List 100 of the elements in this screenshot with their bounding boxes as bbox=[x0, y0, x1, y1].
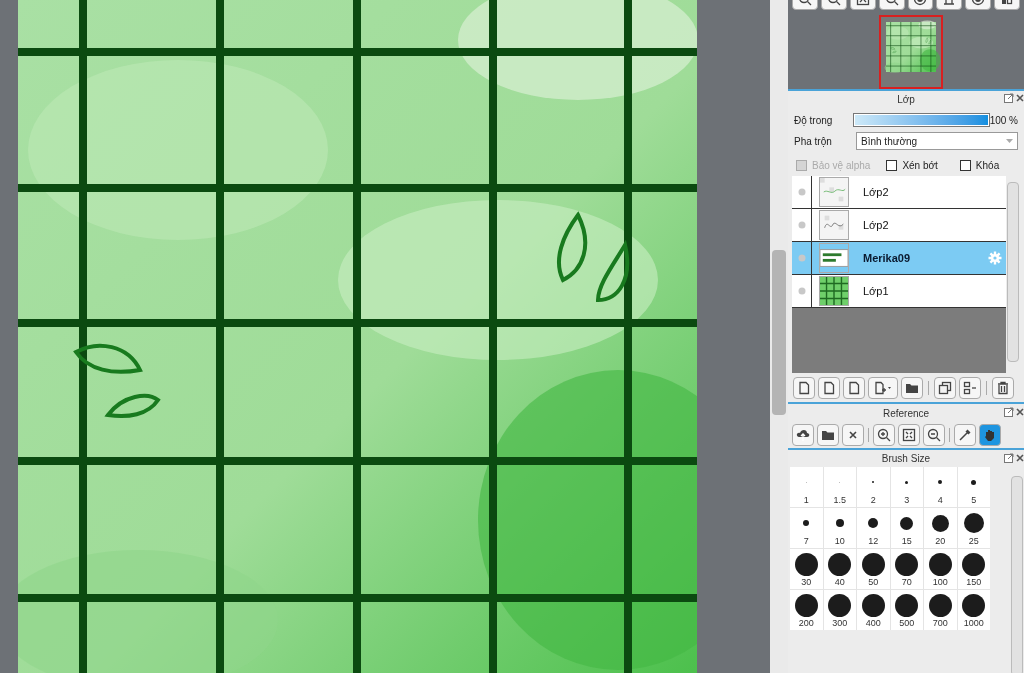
folder-icon bbox=[905, 381, 919, 395]
folder-icon bbox=[821, 428, 835, 442]
zoom-out-button[interactable] bbox=[923, 424, 945, 446]
close-icon[interactable] bbox=[1016, 407, 1024, 417]
brush-size-option[interactable]: 12 bbox=[857, 508, 890, 548]
close-button[interactable] bbox=[842, 424, 864, 446]
layer-row[interactable]: Lớp2 bbox=[792, 176, 1006, 209]
checkbox[interactable] bbox=[886, 159, 898, 171]
cloud-upload-icon bbox=[796, 428, 810, 442]
checkbox-label: Xén bớt bbox=[902, 158, 938, 173]
blend-dropdown[interactable]: Bình thường bbox=[856, 132, 1018, 150]
opacity-label: Độ trong bbox=[794, 113, 834, 128]
brush-dot-icon bbox=[971, 479, 977, 485]
scrollbar-track[interactable] bbox=[1011, 476, 1023, 673]
brush-dot-icon bbox=[861, 593, 885, 617]
brush-size-option[interactable]: 200 bbox=[790, 590, 823, 630]
layer-thumbnail bbox=[819, 177, 849, 207]
brush-dot-icon bbox=[895, 593, 919, 617]
fit-screen-icon bbox=[902, 428, 916, 442]
brush-size-option[interactable]: 5 bbox=[957, 467, 990, 507]
merge-button[interactable] bbox=[959, 377, 981, 399]
brush-size-option[interactable]: 150 bbox=[957, 549, 990, 589]
brush-dot-icon bbox=[895, 552, 919, 576]
brush-dot-icon bbox=[928, 593, 952, 617]
copy-button[interactable] bbox=[934, 377, 956, 399]
layer-row[interactable]: Merika09 bbox=[792, 242, 1006, 275]
copy-icon bbox=[938, 381, 952, 395]
brush-dot-icon bbox=[962, 593, 986, 617]
brush-size-option[interactable]: 300 bbox=[823, 590, 856, 630]
checkbox-label: Khóa bbox=[975, 158, 1000, 173]
brush-size-option[interactable]: 40 bbox=[823, 549, 856, 589]
brush-dot-icon bbox=[900, 516, 914, 530]
popout-icon[interactable] bbox=[1004, 407, 1014, 417]
brush-size-option[interactable]: 1000 bbox=[957, 590, 990, 630]
page-icon bbox=[822, 381, 836, 395]
new-layer-button[interactable] bbox=[818, 377, 840, 399]
layer-row[interactable]: Lớp1 bbox=[792, 275, 1006, 308]
brush-size-option[interactable]: 100 bbox=[924, 549, 957, 589]
fit-button[interactable] bbox=[898, 424, 920, 446]
new-layer-button[interactable] bbox=[793, 377, 815, 399]
upload-button[interactable] bbox=[792, 424, 814, 446]
page-icon bbox=[797, 381, 811, 395]
hand-button[interactable] bbox=[979, 424, 1001, 446]
visibility-dot-icon bbox=[797, 287, 806, 295]
zoom-in-button[interactable] bbox=[873, 424, 895, 446]
add-button[interactable] bbox=[868, 377, 898, 399]
brush-size-option[interactable]: 30 bbox=[790, 549, 823, 589]
layer-thumbnail bbox=[819, 210, 849, 240]
brush-dot-icon bbox=[794, 593, 818, 617]
visibility-dot-icon bbox=[797, 221, 806, 229]
checkbox[interactable] bbox=[959, 159, 971, 171]
brush-dot-icon bbox=[868, 518, 879, 528]
merge-icon bbox=[963, 381, 977, 395]
brush-dot-icon bbox=[835, 519, 844, 527]
popout-icon[interactable] bbox=[1004, 453, 1014, 463]
panel-title: Reference bbox=[881, 406, 931, 421]
brush-size-option[interactable]: 10 bbox=[823, 508, 856, 548]
zoom-out-icon bbox=[927, 428, 941, 442]
brush-size-option[interactable]: 70 bbox=[890, 549, 923, 589]
popout-icon[interactable] bbox=[1004, 93, 1014, 103]
trash-icon bbox=[996, 381, 1010, 395]
brush-size-option[interactable]: 1.5 bbox=[823, 467, 856, 507]
brush-size-option[interactable]: 2 bbox=[857, 467, 890, 507]
panel-title: Brush Size bbox=[880, 452, 932, 466]
brush-dot-icon bbox=[794, 552, 818, 576]
brush-size-option[interactable]: 4 bbox=[924, 467, 957, 507]
brush-dot-icon bbox=[962, 552, 986, 576]
navigator-preview[interactable] bbox=[879, 15, 943, 89]
layer-row[interactable]: Lớp2 bbox=[792, 209, 1006, 242]
eyedropper-button[interactable] bbox=[954, 424, 976, 446]
panel-title: Lớp bbox=[896, 92, 916, 107]
scrollbar-thumb[interactable] bbox=[772, 250, 786, 415]
brush-size-option[interactable]: 20 bbox=[924, 508, 957, 548]
layer-thumbnail bbox=[819, 243, 849, 273]
folder-button[interactable] bbox=[901, 377, 923, 399]
new-layer-button[interactable] bbox=[843, 377, 865, 399]
brush-size-option[interactable]: 3 bbox=[890, 467, 923, 507]
dropdown-arrow-icon bbox=[1006, 139, 1013, 143]
close-icon[interactable] bbox=[1016, 93, 1024, 103]
brush-size-option[interactable]: 500 bbox=[890, 590, 923, 630]
brush-size-option[interactable]: 7 bbox=[790, 508, 823, 548]
brush-size-option[interactable]: 25 bbox=[957, 508, 990, 548]
brush-dot-icon bbox=[828, 593, 852, 617]
brush-dot-icon bbox=[861, 552, 885, 576]
layer-name: Lớp1 bbox=[863, 283, 890, 299]
delete-button[interactable] bbox=[992, 377, 1014, 399]
brush-size-option[interactable]: 50 bbox=[857, 549, 890, 589]
layer-name: Merika09 bbox=[863, 250, 912, 266]
brush-size-option[interactable]: 1 bbox=[790, 467, 823, 507]
brush-size-option[interactable]: 400 bbox=[857, 590, 890, 630]
close-icon[interactable] bbox=[1016, 453, 1024, 463]
brush-size-option[interactable]: 700 bbox=[924, 590, 957, 630]
folder-button[interactable] bbox=[817, 424, 839, 446]
brush-dot-icon bbox=[905, 480, 909, 484]
brush-size-option[interactable]: 15 bbox=[890, 508, 923, 548]
brush-dot-icon bbox=[931, 514, 949, 532]
brush-dot-icon bbox=[803, 520, 810, 526]
brush-dot-icon bbox=[938, 480, 943, 484]
brush-dot-icon bbox=[828, 552, 852, 576]
layer-name: Lớp2 bbox=[863, 184, 890, 200]
